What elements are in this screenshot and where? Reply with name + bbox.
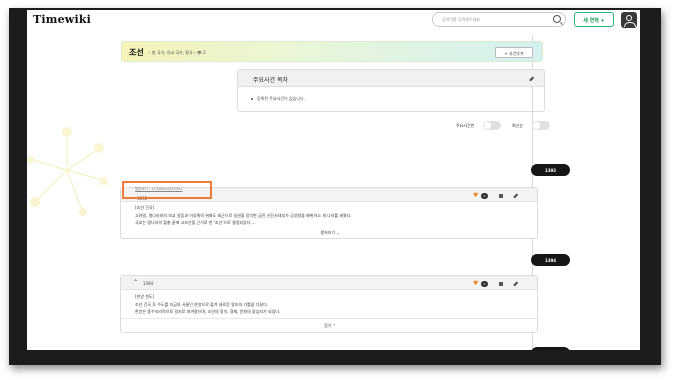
year-badge[interactable]: 1394 xyxy=(531,254,570,266)
newest-label: 최신순 xyxy=(512,123,524,128)
dynasty-name: 조선 xyxy=(129,48,144,57)
source-highlight: 원문보기 : 17548454555552 xyxy=(122,181,212,199)
event-title: [조선 건국] xyxy=(135,205,155,210)
user-icon xyxy=(624,15,636,27)
user-menu-button[interactable] xyxy=(621,12,637,28)
collapse-button[interactable]: 접기 ⌃ xyxy=(121,323,539,329)
source-link[interactable]: 원문보기 : 17548454555552 xyxy=(135,187,182,192)
major-events-toggle[interactable] xyxy=(483,121,501,130)
event-content: [조선 건국] 고려말, 명나라와의 외교 갈등과 이성계의 위화도 회군으로 … xyxy=(121,202,537,227)
divider xyxy=(121,318,539,319)
new-timeline-button[interactable]: 새 연혁 + xyxy=(574,12,614,27)
app-screen: Timewiki 검색어를 입력해주세요 새 연혁 + 조선 › 봉 국가, 유… xyxy=(27,10,640,350)
event-line: 고려말, 명나라와의 외교 갈등과 이성계의 위화도 회군으로 실권을 장악한 … xyxy=(135,212,352,218)
bullet-icon xyxy=(251,98,253,100)
app-logo[interactable]: Timewiki xyxy=(33,13,91,26)
search-icon[interactable] xyxy=(553,15,561,23)
toc-empty: 등록된 주요사건이 없습니다. xyxy=(238,87,544,102)
event-content: [한양 천도] 조선 건국 후 수도를 지금의 서울인 한양으로 옮겨 새로운 … xyxy=(121,290,537,316)
event-line: 조선 건국 후 수도를 지금의 서울인 한양으로 옮겨 새로운 왕조의 기틀을 … xyxy=(135,301,269,307)
bookmark-icon[interactable] xyxy=(499,282,503,286)
event-year: 1394 xyxy=(143,281,154,286)
search-input[interactable]: 검색어를 입력해주세요 xyxy=(432,12,566,27)
year-badge[interactable]: 1398 xyxy=(531,347,570,350)
window-frame: Timewiki 검색어를 입력해주세요 새 연혁 + 조선 › 봉 국가, 유… xyxy=(9,8,661,365)
heart-icon[interactable]: ♥ xyxy=(473,280,478,287)
event-line: 한양은 풍수지리적으로 길지로 여겨졌으며, 조선의 정치, 경제, 문화의 중… xyxy=(135,309,281,314)
collapse-chevron-icon[interactable]: ⌃ xyxy=(133,279,138,286)
like-count: 0 xyxy=(481,193,488,199)
toc-header: 주요사건 목차 xyxy=(238,70,544,87)
search-placeholder: 검색어를 입력해주세요 xyxy=(442,17,481,22)
event-line: 국호는 명나라의 할충 끝에 고조선을 근거로 한 '조선'으로 결정되었다..… xyxy=(135,220,256,225)
event-title: [한양 천도] xyxy=(135,294,155,299)
major-events-label: 주요사건만 xyxy=(456,123,475,128)
toc-empty-text: 등록된 주요사건이 없습니다. xyxy=(257,96,305,101)
year-badge[interactable]: 1392 xyxy=(531,164,570,176)
event-card-header: ⌃ 1394 ♥ 0 xyxy=(121,276,537,290)
edit-pencil-icon[interactable] xyxy=(529,76,534,82)
heart-icon[interactable]: ♥ xyxy=(473,192,478,199)
dynasty-banner: 조선 › 봉 국가, 유교 국가, 왕국 › 👁 2 + 사건추가 xyxy=(121,41,543,62)
add-event-button[interactable]: + 사건추가 xyxy=(495,47,533,58)
event-card: ⌃ 1394 ♥ 0 [한양 천도] 조선 건국 후 수도를 지금의 서울인 한… xyxy=(120,275,539,333)
expand-button[interactable]: 펼쳐보기 ⌄ xyxy=(121,230,539,236)
toc-title: 주요사건 목차 xyxy=(253,77,289,84)
newest-toggle[interactable] xyxy=(532,121,550,130)
edit-pencil-icon[interactable] xyxy=(513,193,518,199)
decorative-sparkle xyxy=(27,127,107,216)
dynasty-tags: › 봉 국가, 유교 국가, 왕국 › 👁 2 xyxy=(149,50,206,55)
edit-pencil-icon[interactable] xyxy=(513,281,518,287)
major-events-toc: 주요사건 목차 등록된 주요사건이 없습니다. xyxy=(237,69,545,112)
bookmark-icon[interactable] xyxy=(499,194,503,198)
like-count: 0 xyxy=(481,281,488,287)
